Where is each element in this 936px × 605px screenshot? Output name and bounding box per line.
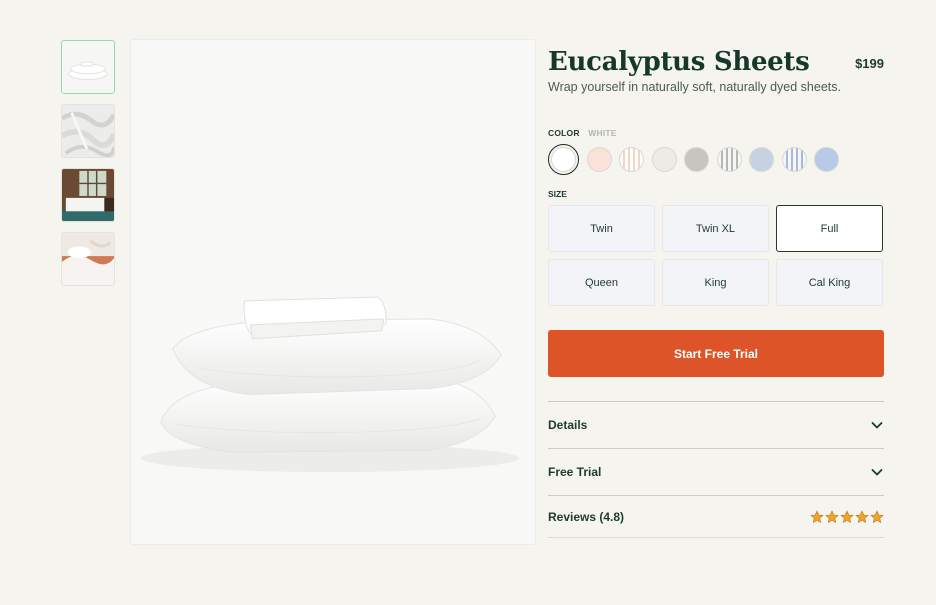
size-options: Twin Twin XL Full Queen King Cal King	[548, 205, 884, 306]
color-swatches	[548, 144, 884, 175]
pillows-thumb-image	[62, 41, 114, 93]
size-queen[interactable]: Queen	[548, 259, 655, 306]
swatch-gray-stripe[interactable]	[716, 147, 742, 172]
swatch-blue-stripe[interactable]	[781, 147, 807, 172]
star-icon	[855, 509, 869, 523]
chevron-down-icon	[871, 422, 883, 429]
swatch-white[interactable]	[548, 144, 579, 175]
star-icon	[870, 509, 884, 523]
reviews-row[interactable]: Reviews (4.8)	[548, 496, 884, 538]
size-king[interactable]: King	[662, 259, 769, 306]
size-full[interactable]: Full	[776, 205, 883, 252]
thumbnail-sheet-texture[interactable]	[61, 104, 115, 158]
rating-stars	[810, 509, 884, 524]
thumbnail-bed-closeup[interactable]	[61, 232, 115, 286]
star-icon	[810, 509, 824, 523]
details-accordion[interactable]: Details	[548, 402, 884, 449]
swatch-peach-stripe[interactable]	[619, 147, 644, 172]
chevron-down-icon	[871, 469, 883, 476]
swatch-peach[interactable]	[586, 147, 612, 172]
product-price: $199	[855, 56, 884, 71]
thumbnail-list	[61, 40, 115, 296]
star-icon	[840, 509, 854, 523]
main-product-image	[130, 39, 536, 545]
product-subtitle: Wrap yourself in naturally soft, natural…	[548, 80, 841, 94]
selected-color-name: WHITE	[588, 128, 617, 138]
swatch-gray[interactable]	[684, 147, 709, 172]
swatch-light-gray[interactable]	[651, 147, 677, 172]
accordion: Details Free Trial Reviews (4.8)	[548, 401, 884, 538]
thumbnail-pillows[interactable]	[61, 40, 115, 94]
reviews-label: Reviews (4.8)	[548, 509, 625, 524]
size-twin-xl[interactable]: Twin XL	[662, 205, 769, 252]
start-free-trial-button[interactable]: Start Free Trial	[548, 330, 884, 377]
pillows-image	[131, 40, 535, 544]
swatch-light-blue[interactable]	[749, 147, 774, 172]
size-cal-king[interactable]: Cal King	[776, 259, 883, 306]
size-label: SIZE	[548, 189, 567, 199]
color-label: COLOR	[548, 128, 580, 138]
product-title: Eucalyptus Sheets	[548, 47, 810, 77]
bedroom-image	[62, 169, 114, 221]
bed-closeup-image	[62, 233, 114, 285]
thumbnail-bedroom[interactable]	[61, 168, 115, 222]
free-trial-label: Free Trial	[548, 465, 602, 479]
star-icon	[825, 509, 839, 523]
color-label-row: COLOR WHITE	[548, 128, 884, 138]
sheet-texture-image	[62, 105, 114, 157]
size-twin[interactable]: Twin	[548, 205, 655, 252]
product-panel: Eucalyptus Sheets $199 Wrap yourself in …	[548, 46, 884, 538]
details-label: Details	[548, 418, 588, 432]
free-trial-accordion[interactable]: Free Trial	[548, 449, 884, 496]
swatch-blue[interactable]	[814, 147, 839, 172]
